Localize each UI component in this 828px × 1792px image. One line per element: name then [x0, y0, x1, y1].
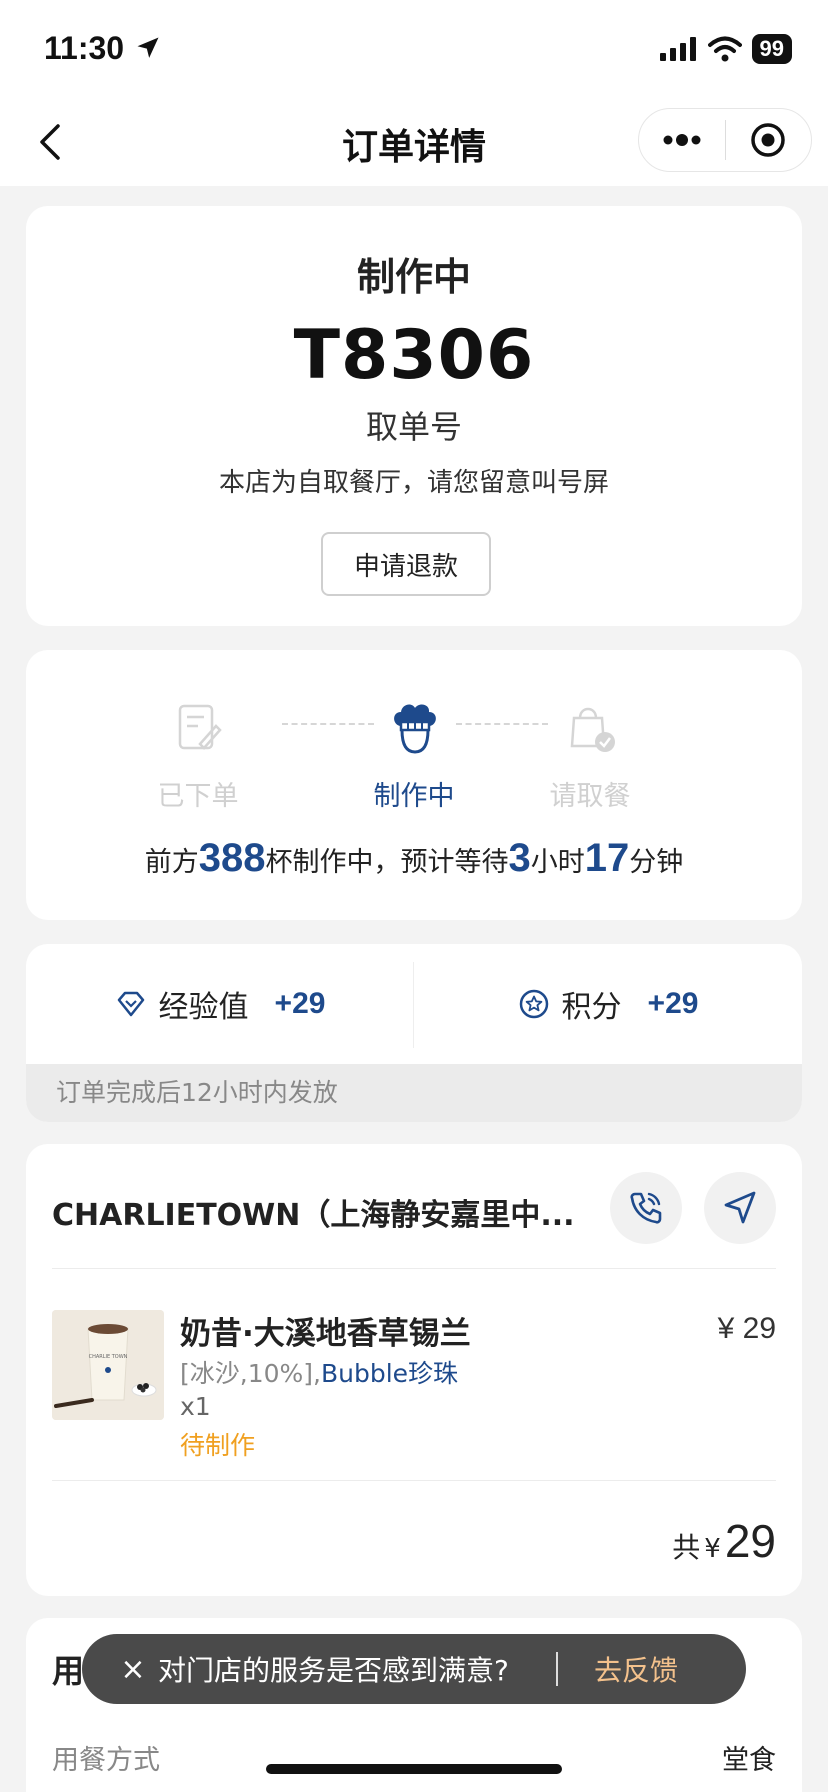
divider	[52, 1480, 776, 1481]
navigate-button[interactable]	[704, 1172, 776, 1244]
order-total: 共 ¥ 29	[672, 1514, 776, 1568]
status-indicators: 99	[659, 34, 792, 64]
wait-hours-unit: 小时	[530, 847, 585, 878]
wait-minutes: 17	[584, 836, 630, 880]
wait-estimate: 前方388杯制作中，预计等待3小时17分钟	[26, 836, 802, 881]
store-name[interactable]: CHARLIETOWN（上海静安嘉里中...	[52, 1190, 612, 1234]
wait-cups: 388	[198, 836, 266, 880]
divider	[52, 1268, 776, 1269]
call-store-button[interactable]	[610, 1172, 682, 1244]
product-quantity: x1	[180, 1392, 211, 1421]
product-photo: CHARLIE TOWN	[52, 1310, 164, 1420]
pickup-bag-icon	[570, 707, 615, 752]
star-badge-icon	[519, 989, 548, 1019]
status-time: 11:30	[44, 30, 125, 66]
experience-value: +29	[274, 987, 326, 1020]
dining-method-value: 堂食	[722, 1745, 776, 1776]
nav-bar: 订单详情	[0, 100, 828, 186]
step-pickup: 请取餐	[520, 700, 660, 813]
product-state: 待制作	[180, 1431, 256, 1460]
battery-indicator: 99	[751, 34, 792, 64]
total-label: 共	[672, 1531, 701, 1564]
rewards-card: 经验值 +29 积分 +29 订单完成后12小时内发放	[26, 944, 802, 1122]
total-value: 29	[724, 1515, 776, 1567]
chef-hat-icon	[394, 704, 436, 754]
order-status-card: 制作中 T8306 取单号 本店为自取餐厅，请您留意叫号屏 申请退款	[26, 206, 802, 626]
rewards-note: 订单完成后12小时内发放	[26, 1064, 802, 1122]
feedback-toast: × 对门店的服务是否感到满意? 去反馈	[82, 1634, 746, 1704]
close-mini-program-button[interactable]	[726, 109, 812, 171]
toast-message: 对门店的服务是否感到满意?	[158, 1654, 509, 1687]
wait-minutes-unit: 分钟	[629, 847, 684, 878]
wait-hours: 3	[508, 836, 531, 880]
step-pickup-label: 请取餐	[549, 781, 631, 812]
points-reward: 积分 +29	[414, 944, 802, 1064]
wifi-icon	[707, 36, 742, 62]
experience-label: 经验值	[158, 990, 249, 1025]
experience-reward: 经验值 +29	[26, 944, 414, 1064]
progress-card: 已下单 制作中 请取餐 前方388杯制作中，预计等待3小时17分钟	[26, 650, 802, 920]
order-items-card: CHARLIETOWN（上海静安嘉里中... CHARLIE TOWN 奶昔·大…	[26, 1144, 802, 1596]
more-dots-icon	[663, 134, 701, 146]
refund-button[interactable]: 申请退款	[321, 532, 491, 596]
product-price: ¥ 29	[717, 1312, 776, 1345]
wait-prefix: 前方	[144, 847, 199, 878]
more-button[interactable]	[639, 109, 725, 171]
product-name: 奶昔·大溪地香草锡兰	[180, 1316, 471, 1352]
mini-program-capsule	[638, 108, 812, 172]
signal-icon	[659, 37, 696, 61]
toast-divider	[556, 1652, 558, 1686]
points-label: 积分	[561, 990, 622, 1025]
points-value: +29	[647, 987, 699, 1020]
product-options: [冰沙,10%],Bubble珍珠	[180, 1354, 458, 1390]
status-bar: 11:30 99	[0, 0, 828, 100]
step-ordered-label: 已下单	[157, 781, 239, 812]
order-note-icon	[178, 704, 222, 750]
product-image: CHARLIE TOWN	[52, 1310, 164, 1420]
order-status: 制作中	[356, 255, 471, 299]
toast-close-button[interactable]: ×	[108, 1652, 158, 1687]
phone-icon	[630, 1192, 662, 1224]
feedback-link[interactable]: 去反馈	[594, 1649, 678, 1689]
product-brand-text: CHARLIE TOWN	[89, 1354, 128, 1360]
product-options-plain: [冰沙,10%],	[180, 1359, 321, 1388]
diamond-icon	[117, 991, 144, 1017]
wait-mid: 杯制作中，预计等待	[265, 847, 509, 878]
dining-method-label: 用餐方式	[52, 1745, 160, 1776]
pickup-note: 本店为自取餐厅，请您留意叫号屏	[218, 468, 609, 498]
step-ordered: 已下单	[128, 700, 268, 813]
step-making-label: 制作中	[373, 781, 455, 812]
location-arrow-icon	[137, 37, 159, 58]
target-circle-icon	[751, 123, 785, 157]
navigation-arrow-icon	[724, 1191, 756, 1224]
product-options-highlight: Bubble珍珠	[320, 1359, 459, 1388]
pickup-code-label: 取单号	[365, 408, 462, 446]
home-indicator[interactable]	[266, 1764, 562, 1774]
total-currency: ¥	[704, 1534, 721, 1564]
pickup-code: T8306	[293, 316, 535, 395]
step-making: 制作中	[344, 700, 484, 813]
